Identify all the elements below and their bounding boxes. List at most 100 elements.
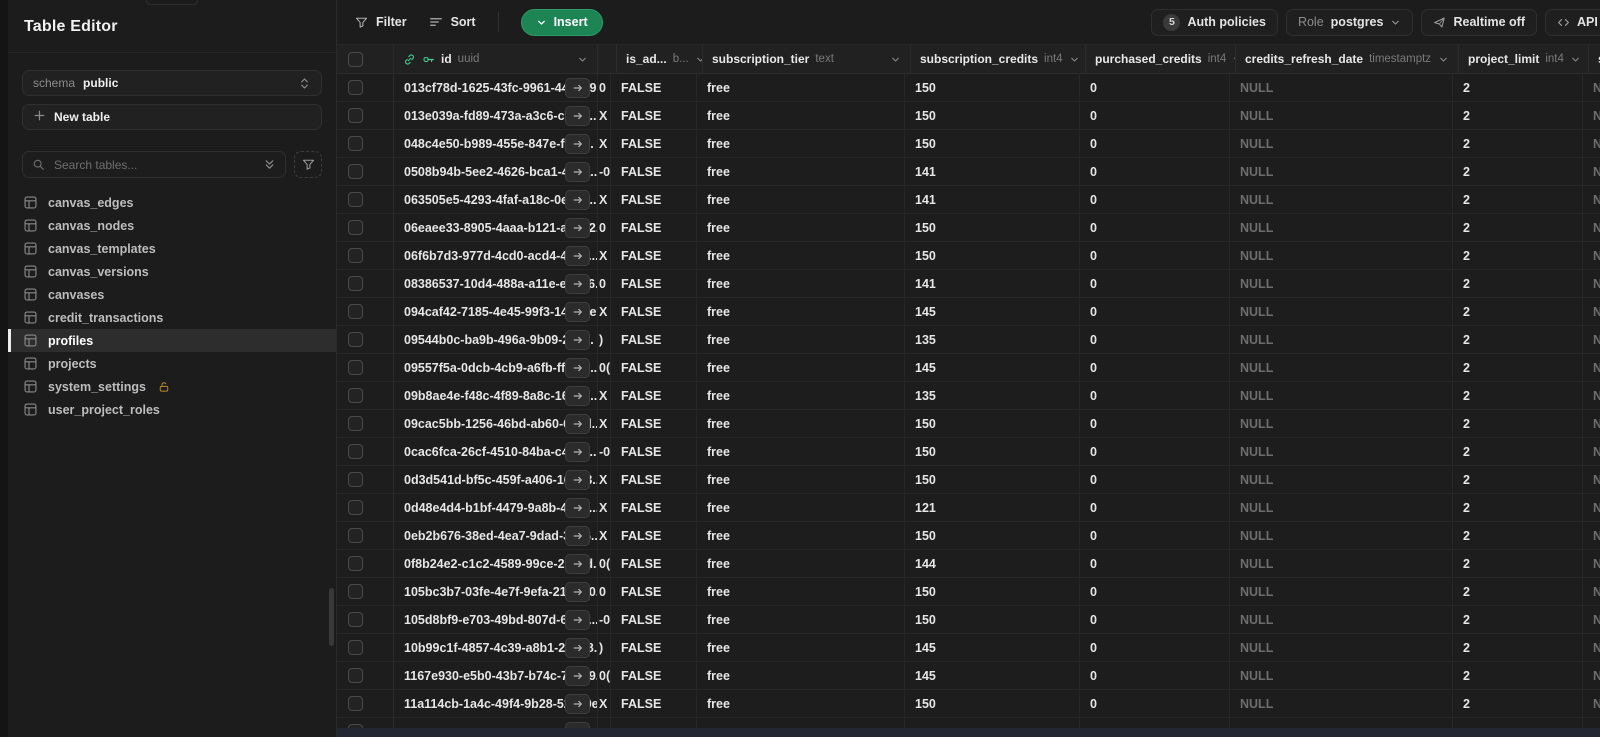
row-checkbox[interactable]: [348, 444, 363, 459]
cell-su[interactable]: NULL: [1583, 74, 1600, 101]
cell-project_limit[interactable]: 2: [1453, 102, 1583, 129]
cell-su[interactable]: NULL: [1583, 494, 1600, 521]
cell-clip[interactable]: -0: [598, 158, 611, 185]
cell-project_limit[interactable]: 2: [1453, 242, 1583, 269]
expand-row-button[interactable]: [565, 637, 590, 658]
cell-project_limit[interactable]: 2: [1453, 634, 1583, 661]
cell-subscription_tier[interactable]: free: [697, 550, 905, 577]
cell-purchased_credits[interactable]: 0: [1080, 158, 1230, 185]
row-checkbox[interactable]: [348, 220, 363, 235]
cell-subscription_credits[interactable]: 150: [905, 214, 1080, 241]
cell-credits_refresh_date[interactable]: NULL: [1230, 410, 1453, 437]
cell-subscription_tier[interactable]: free: [697, 354, 905, 381]
cell-id[interactable]: 06eaee33-8905-4aaa-b121-ab552...: [394, 214, 598, 241]
cell-subscription_credits[interactable]: 141: [905, 270, 1080, 297]
row-checkbox[interactable]: [348, 584, 363, 599]
cell-su[interactable]: NULL: [1583, 662, 1600, 689]
cell-credits_refresh_date[interactable]: NULL: [1230, 326, 1453, 353]
cell-purchased_credits[interactable]: 0: [1080, 606, 1230, 633]
cell-subscription_tier[interactable]: free: [697, 438, 905, 465]
row-checkbox[interactable]: [348, 304, 363, 319]
cell-purchased_credits[interactable]: 0: [1080, 270, 1230, 297]
cell-subscription_tier[interactable]: free: [697, 74, 905, 101]
cell-clip[interactable]: 0: [598, 214, 611, 241]
cell-is_admin[interactable]: FALSE: [611, 382, 697, 409]
sidebar-item-canvas_versions[interactable]: canvas_versions: [8, 260, 336, 283]
expand-row-button[interactable]: [565, 273, 590, 294]
cell-id[interactable]: 09b8ae4e-f48c-4f89-8a8c-1629b...: [394, 382, 598, 409]
cell-id[interactable]: 105d8bf9-e703-49bd-807d-645e...: [394, 606, 598, 633]
cell-credits_refresh_date[interactable]: NULL: [1230, 494, 1453, 521]
cell-purchased_credits[interactable]: 0: [1080, 634, 1230, 661]
expand-row-button[interactable]: [565, 693, 590, 714]
cell-clip[interactable]: X: [598, 466, 611, 493]
cell-subscription_tier[interactable]: free: [697, 382, 905, 409]
cell-project_limit[interactable]: 2: [1453, 130, 1583, 157]
new-table-button[interactable]: New table: [22, 104, 322, 130]
cell-purchased_credits[interactable]: 0: [1080, 438, 1230, 465]
cell-project_limit[interactable]: 2: [1453, 410, 1583, 437]
cell-subscription_tier[interactable]: free: [697, 102, 905, 129]
cell-purchased_credits[interactable]: 0: [1080, 186, 1230, 213]
cell-purchased_credits[interactable]: 0: [1080, 102, 1230, 129]
cell-subscription_credits[interactable]: 144: [905, 550, 1080, 577]
cell-is_admin[interactable]: FALSE: [611, 634, 697, 661]
cell-is_admin[interactable]: FALSE: [611, 466, 697, 493]
cell-subscription_credits[interactable]: 150: [905, 438, 1080, 465]
expand-row-button[interactable]: [565, 609, 590, 630]
cell-credits_refresh_date[interactable]: NULL: [1230, 214, 1453, 241]
cell-subscription_tier[interactable]: free: [697, 242, 905, 269]
row-checkbox[interactable]: [348, 276, 363, 291]
cell-purchased_credits[interactable]: 0: [1080, 550, 1230, 577]
cell-project_limit[interactable]: 2: [1453, 438, 1583, 465]
cell-id[interactable]: 094caf42-7185-4e45-99f3-14abee...: [394, 298, 598, 325]
cell-subscription_credits[interactable]: 145: [905, 298, 1080, 325]
cell-credits_refresh_date[interactable]: NULL: [1230, 270, 1453, 297]
cell-id[interactable]: 048c4e50-b989-455e-847e-fb2f...: [394, 130, 598, 157]
expand-row-button[interactable]: [565, 189, 590, 210]
cell-su[interactable]: NULL: [1583, 326, 1600, 353]
cell-su[interactable]: NULL: [1583, 186, 1600, 213]
cell-purchased_credits[interactable]: 0: [1080, 326, 1230, 353]
cell-id[interactable]: 09557f5a-0dcb-4cb9-a6fb-fff366...: [394, 354, 598, 381]
row-checkbox[interactable]: [348, 668, 363, 683]
cell-clip[interactable]: X: [598, 130, 611, 157]
cell-purchased_credits[interactable]: 0: [1080, 74, 1230, 101]
column-header-subscription_tier[interactable]: subscription_tier text: [703, 45, 911, 73]
cell-credits_refresh_date[interactable]: NULL: [1230, 298, 1453, 325]
cell-su[interactable]: NULL: [1583, 522, 1600, 549]
cell-clip[interactable]: 0(: [598, 662, 611, 689]
chevrons-down-icon[interactable]: [263, 158, 276, 171]
cell-clip[interactable]: 0: [598, 578, 611, 605]
cell-clip[interactable]: X: [598, 298, 611, 325]
cell-purchased_credits[interactable]: 0: [1080, 130, 1230, 157]
cell-id[interactable]: 09544b0c-ba9b-496a-9b09-244...: [394, 326, 598, 353]
cell-clip[interactable]: X: [598, 102, 611, 129]
cell-id[interactable]: 105bc3b7-03fe-4e7f-9efa-21bb40...: [394, 578, 598, 605]
cell-subscription_credits[interactable]: 135: [905, 326, 1080, 353]
expand-row-button[interactable]: [565, 357, 590, 378]
row-checkbox[interactable]: [348, 192, 363, 207]
expand-row-button[interactable]: [565, 413, 590, 434]
row-checkbox[interactable]: [348, 136, 363, 151]
expand-row-button[interactable]: [565, 581, 590, 602]
cell-is_admin[interactable]: FALSE: [611, 522, 697, 549]
cell-clip[interactable]: 0(: [598, 550, 611, 577]
cell-is_admin[interactable]: FALSE: [611, 438, 697, 465]
sidebar-item-user_project_roles[interactable]: user_project_roles: [8, 398, 336, 421]
cell-id[interactable]: 09cac5bb-1256-46bd-ab60-64ed...: [394, 410, 598, 437]
cell-credits_refresh_date[interactable]: NULL: [1230, 662, 1453, 689]
cell-subscription_tier[interactable]: free: [697, 130, 905, 157]
cell-subscription_tier[interactable]: free: [697, 634, 905, 661]
expand-row-button[interactable]: [565, 105, 590, 126]
cell-is_admin[interactable]: FALSE: [611, 158, 697, 185]
cell-credits_refresh_date[interactable]: NULL: [1230, 606, 1453, 633]
cell-project_limit[interactable]: 2: [1453, 74, 1583, 101]
cell-is_admin[interactable]: FALSE: [611, 102, 697, 129]
expand-row-button[interactable]: [565, 553, 590, 574]
cell-subscription_tier[interactable]: free: [697, 186, 905, 213]
realtime-toggle-button[interactable]: Realtime off: [1421, 8, 1538, 36]
cell-clip[interactable]: -0: [598, 606, 611, 633]
cell-credits_refresh_date[interactable]: NULL: [1230, 578, 1453, 605]
cell-id[interactable]: 0d3d541d-bf5c-459f-a406-16b93...: [394, 466, 598, 493]
